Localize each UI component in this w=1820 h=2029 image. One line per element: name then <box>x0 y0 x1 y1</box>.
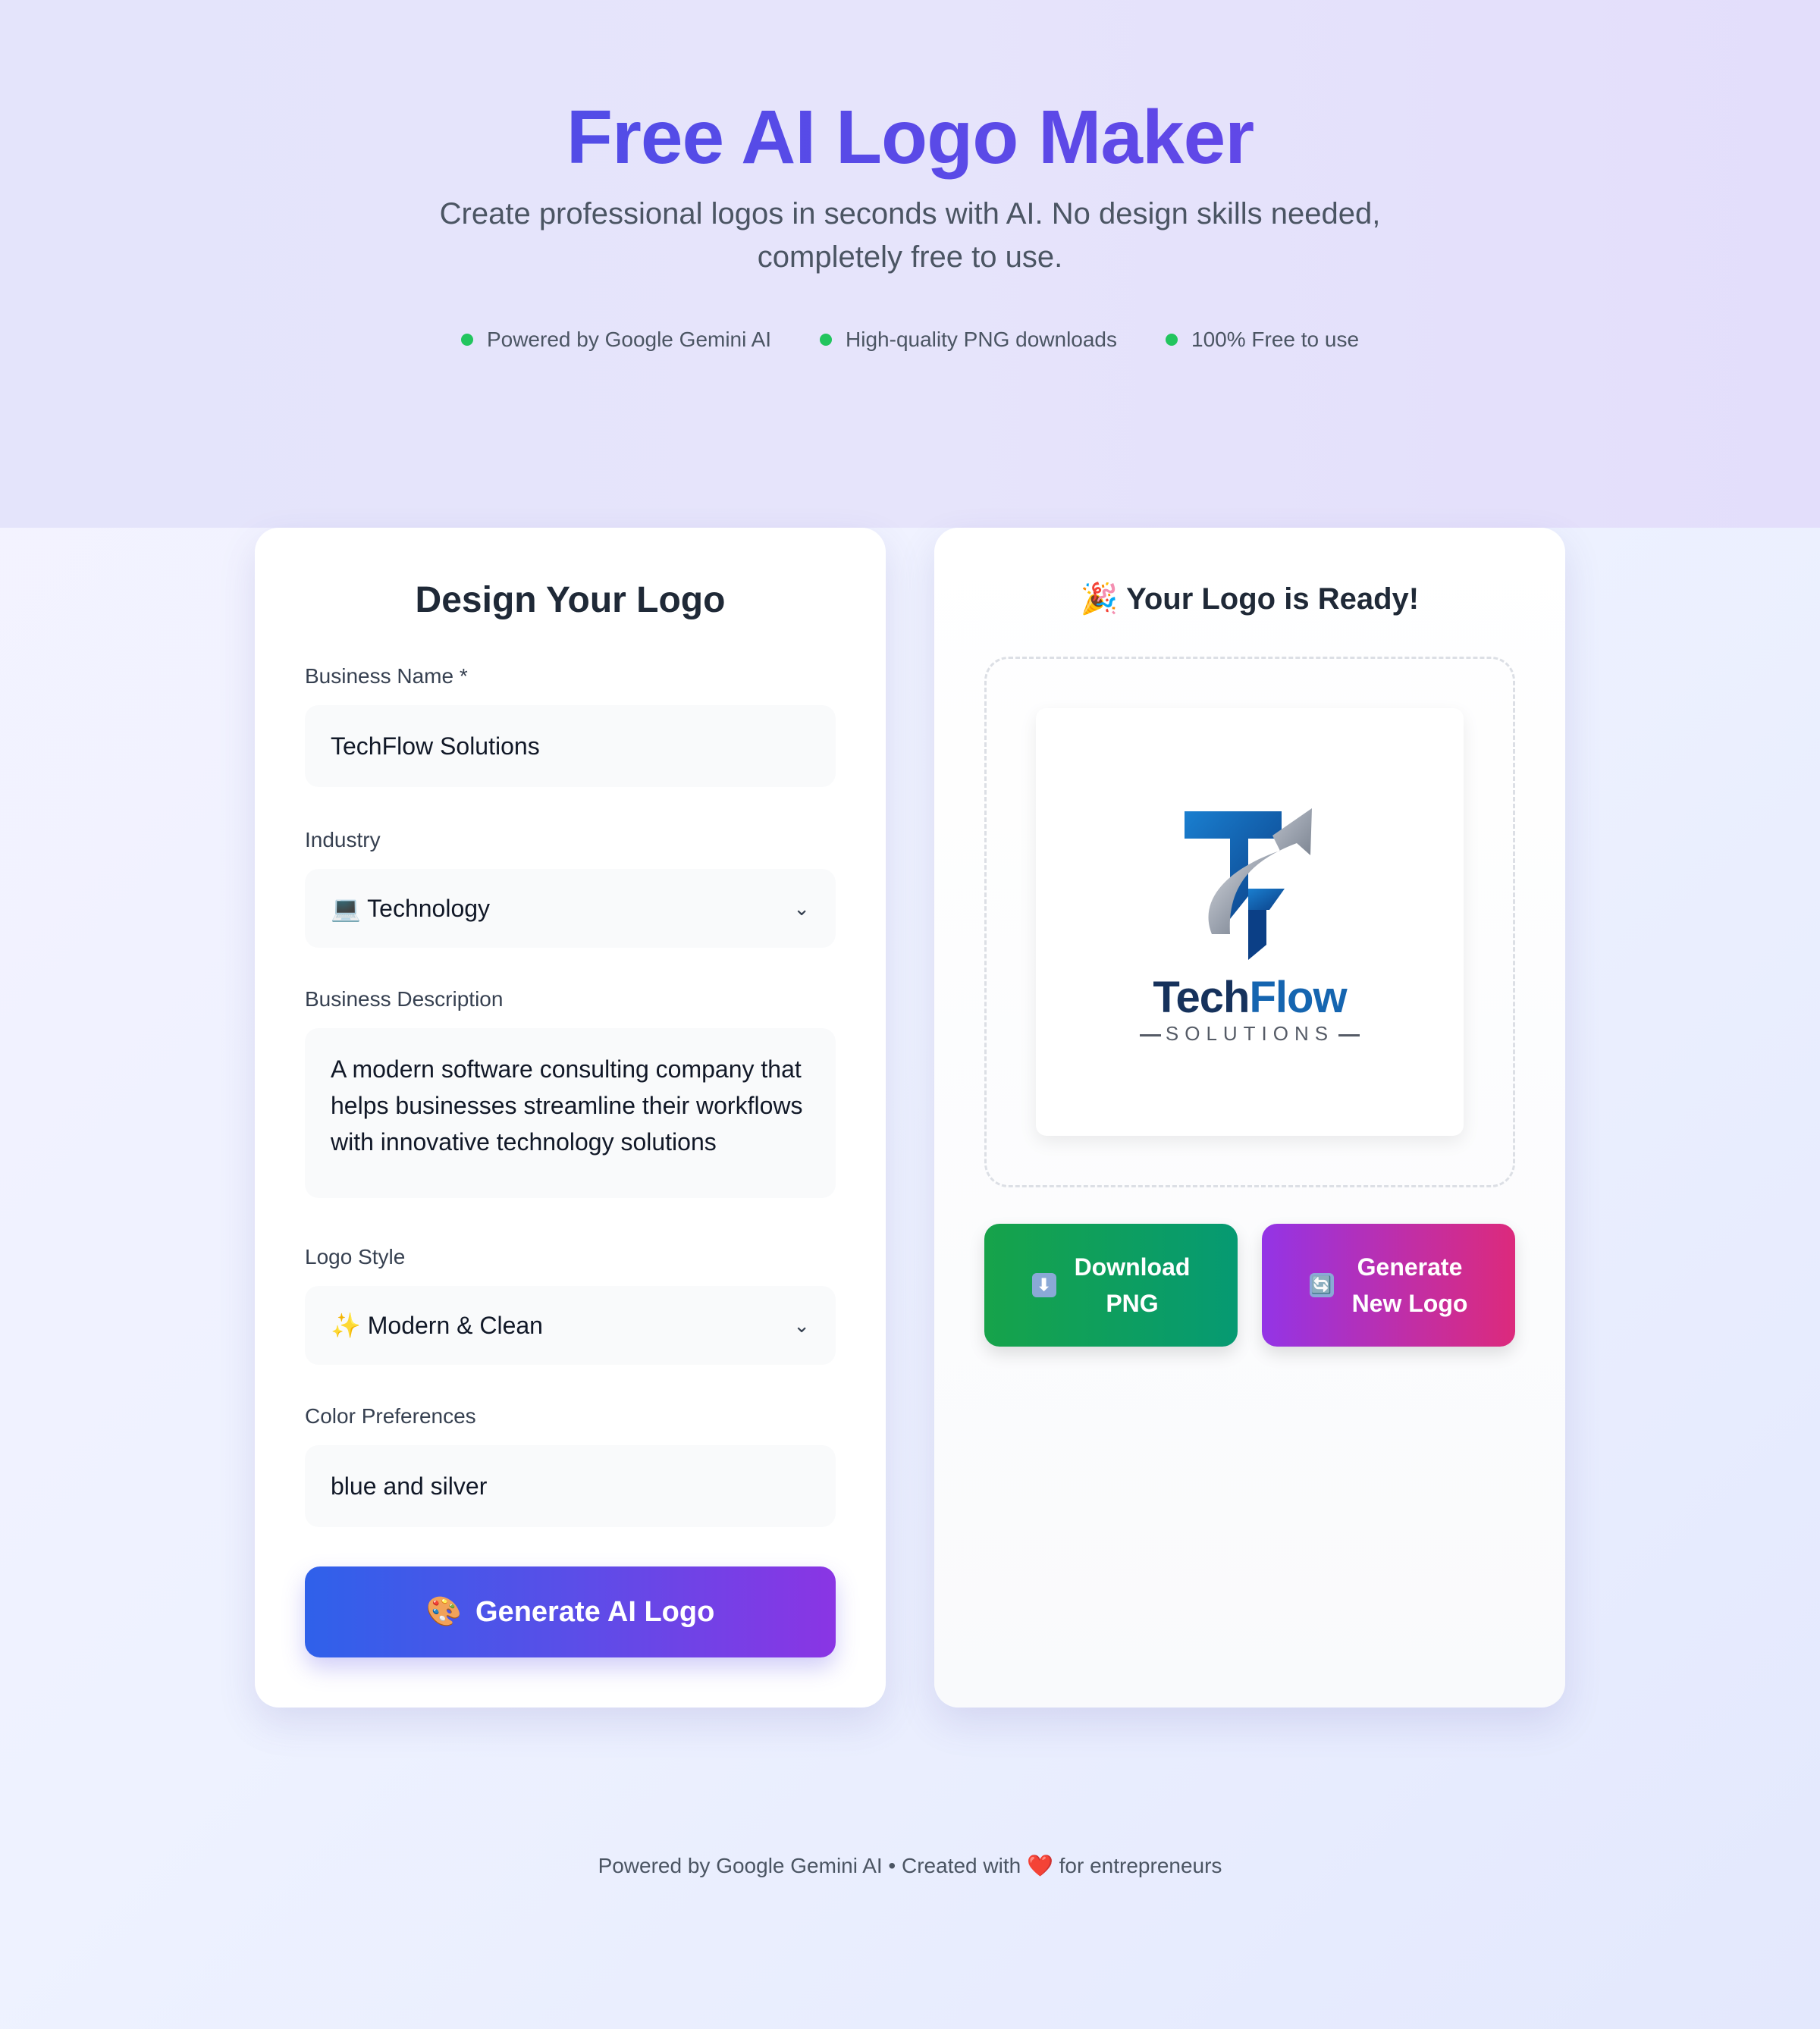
logo-wordmark-tech: Tech <box>1153 973 1250 1022</box>
form-title: Design Your Logo <box>415 580 726 620</box>
hero-section: Free AI Logo Maker Create professional l… <box>0 0 1820 528</box>
logo-style-value: Modern & Clean <box>367 1312 543 1339</box>
party-popper-icon: 🎉 <box>1080 582 1119 616</box>
feature-list: Powered by Google Gemini AI High-quality… <box>0 328 1820 352</box>
feature-label: 100% Free to use <box>1191 328 1360 351</box>
color-preferences-input[interactable]: blue and silver <box>305 1445 836 1527</box>
industry-value: Technology <box>367 895 491 922</box>
generate-new-logo-button[interactable]: 🔄 Generate New Logo <box>1262 1224 1515 1347</box>
industry-select[interactable]: 💻 Technology ⌄ <box>305 869 836 948</box>
divider <box>1338 1033 1360 1036</box>
color-preferences-value: blue and silver <box>331 1472 488 1500</box>
status-dot-icon <box>460 334 473 346</box>
techflow-t-logo-icon <box>1185 808 1312 960</box>
chevron-down-icon: ⌄ <box>793 896 810 920</box>
sparkles-icon: ✨ <box>331 1312 361 1339</box>
divider <box>1139 1033 1161 1036</box>
description-label: Business Description <box>305 987 504 1011</box>
industry-selected: 💻 Technology <box>331 894 490 923</box>
logo-subtext: SOLUTIONS <box>1036 1022 1464 1046</box>
laptop-icon: 💻 <box>331 895 361 922</box>
logo-style-label: Logo Style <box>305 1245 406 1269</box>
generate-logo-button[interactable]: 🎨 Generate AI Logo <box>305 1566 836 1657</box>
description-value: A modern software consulting company tha… <box>331 1055 803 1156</box>
regen-button-label: Generate New Logo <box>1352 1249 1468 1322</box>
download-button-label: Download PNG <box>1075 1249 1191 1322</box>
industry-label: Industry <box>305 828 381 851</box>
refresh-icon: 🔄 <box>1309 1273 1334 1297</box>
page-title: Free AI Logo Maker <box>0 88 1820 187</box>
page-subtitle: Create professional logos in seconds wit… <box>439 197 1381 274</box>
chevron-down-icon: ⌄ <box>793 1313 810 1337</box>
business-description-textarea[interactable]: A modern software consulting company tha… <box>305 1028 836 1198</box>
status-dot-icon <box>820 334 833 346</box>
generated-logo-image: TechFlow SOLUTIONS <box>1036 708 1464 1136</box>
result-title-text: Your Logo is Ready! <box>1126 582 1420 616</box>
heart-icon: ❤️ <box>1026 1854 1053 1877</box>
download-label-line1: Download <box>1074 1253 1191 1281</box>
download-arrow-icon: ⬇ <box>1031 1273 1056 1297</box>
palette-icon: 🎨 <box>425 1596 462 1628</box>
footer-text-after: for entrepreneurs <box>1059 1854 1222 1877</box>
footer-text-before: Powered by Google Gemini AI • Created wi… <box>598 1854 1021 1877</box>
business-name-label: Business Name * <box>305 664 468 688</box>
feature-item: 100% Free to use <box>1166 328 1359 352</box>
download-label-line2: PNG <box>1106 1290 1159 1317</box>
regen-label-line1: Generate <box>1357 1253 1463 1281</box>
feature-item: Powered by Google Gemini AI <box>460 328 772 352</box>
page-footer: Powered by Google Gemini AI • Created wi… <box>0 1853 1820 1878</box>
logo-style-select[interactable]: ✨ Modern & Clean ⌄ <box>305 1286 836 1365</box>
generate-logo-label: Generate AI Logo <box>475 1595 715 1628</box>
business-name-value: TechFlow Solutions <box>331 732 540 760</box>
logo-wordmark: TechFlow <box>1036 972 1464 1023</box>
result-title: 🎉 Your Logo is Ready! <box>934 581 1565 616</box>
logo-form-card: Design Your Logo Business Name * TechFlo… <box>255 528 886 1708</box>
feature-label: Powered by Google Gemini AI <box>486 328 772 351</box>
download-png-button[interactable]: ⬇ Download PNG <box>984 1224 1238 1347</box>
regen-label-line2: New Logo <box>1351 1290 1468 1317</box>
business-name-input[interactable]: TechFlow Solutions <box>305 705 836 787</box>
logo-result-card: 🎉 Your Logo is Ready! TechFlow SOLUTIONS… <box>934 528 1565 1708</box>
feature-item: High-quality PNG downloads <box>820 328 1117 352</box>
logo-wordmark-flow: Flow <box>1249 973 1347 1022</box>
status-dot-icon <box>1166 334 1178 346</box>
feature-label: High-quality PNG downloads <box>846 328 1118 351</box>
logo-subtext-label: SOLUTIONS <box>1165 1022 1335 1045</box>
color-preferences-label: Color Preferences <box>305 1404 476 1428</box>
logo-style-selected: ✨ Modern & Clean <box>331 1311 543 1340</box>
